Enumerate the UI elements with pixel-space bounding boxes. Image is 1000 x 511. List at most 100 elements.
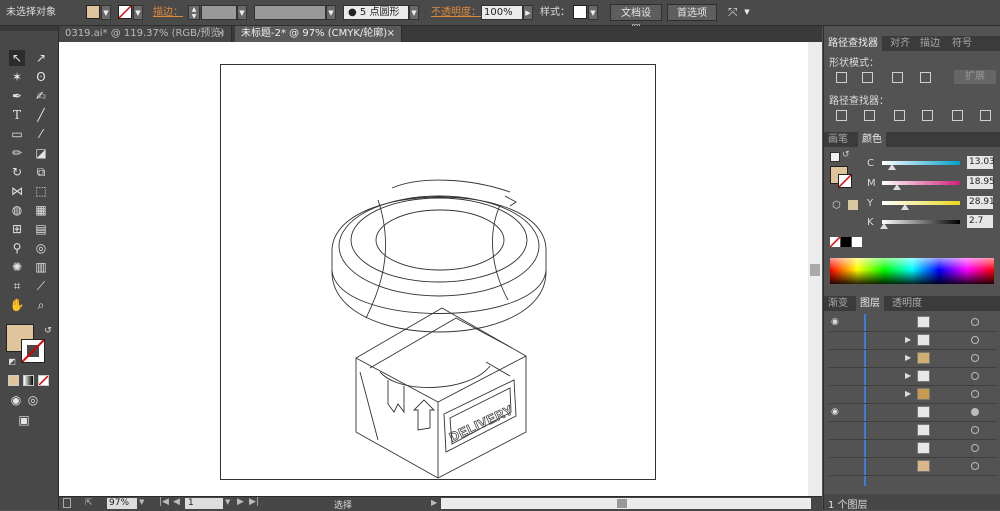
white-swatch[interactable] — [852, 237, 862, 247]
expand-triangle-icon[interactable]: ▶ — [905, 335, 911, 344]
slider-thumb[interactable] — [888, 164, 897, 170]
tab-align[interactable]: 对齐 — [886, 36, 914, 51]
vertical-scrollbar[interactable] — [808, 42, 822, 496]
artboard-dropdown-arrow[interactable]: ▼ — [225, 498, 230, 506]
target-circle-icon[interactable] — [971, 318, 979, 326]
swap-icon[interactable]: ↺ — [842, 150, 850, 160]
pathfinders-label: 路径查找器： — [829, 96, 889, 107]
tab-symbols[interactable]: 符号 — [948, 36, 976, 51]
none-swatch[interactable] — [830, 237, 840, 247]
target-circle-icon[interactable] — [971, 336, 979, 344]
tab-stroke[interactable]: 描边 — [916, 36, 944, 51]
layer-row[interactable]: ◉ — [829, 314, 997, 332]
status-menu-arrow[interactable]: ▶ — [431, 498, 437, 507]
expand-button[interactable]: 扩展 — [954, 70, 996, 84]
layer-thumbnail — [917, 316, 930, 328]
layer-count: 1 个图层 — [828, 500, 868, 511]
layer-thumbnail — [917, 406, 930, 418]
visibility-eye-icon[interactable]: ◉ — [831, 407, 839, 417]
stroke-none-icon — [839, 175, 851, 187]
target-circle-icon[interactable] — [971, 444, 979, 452]
slider-thumb[interactable] — [880, 223, 889, 229]
next-artboard-icon[interactable]: ▶ — [237, 497, 244, 507]
yellow-label: Y — [867, 198, 874, 209]
layer-row[interactable] — [829, 458, 997, 476]
tab-color[interactable]: 颜色 — [858, 132, 886, 147]
minus-front-icon[interactable] — [862, 72, 873, 83]
magenta-value[interactable]: 18.95 — [967, 176, 995, 189]
zoom-dropdown-arrow[interactable]: ▼ — [139, 498, 144, 506]
artboard-nav-icon[interactable] — [63, 498, 71, 508]
tab-layers[interactable]: 图层 — [856, 296, 884, 311]
black-label: K — [867, 217, 874, 228]
black-value[interactable]: 2.7 — [967, 215, 993, 228]
cyan-label: C — [867, 158, 874, 169]
black-swatch[interactable] — [841, 237, 851, 247]
slider-thumb[interactable] — [892, 184, 901, 190]
layers-footer: 1 个图层 — [824, 494, 1000, 511]
pathfinder-tabs: 路径查找器 对齐 描边 符号 — [824, 36, 1000, 51]
horizontal-scrollbar[interactable] — [441, 498, 811, 509]
tab-gradient[interactable]: 渐变 — [824, 296, 852, 311]
target-circle-icon[interactable] — [971, 372, 979, 380]
export-icon[interactable]: ⇱ — [85, 498, 93, 508]
layer-row[interactable]: ▶ — [829, 386, 997, 404]
current-tool-status: 选择 — [334, 501, 353, 511]
tab-transparency[interactable]: 透明度 — [888, 296, 926, 311]
outline-icon[interactable] — [952, 110, 963, 121]
scrollbar-thumb[interactable] — [810, 264, 820, 276]
delivery-box-shape[interactable] — [355, 307, 527, 479]
expand-triangle-icon[interactable]: ▶ — [905, 389, 911, 398]
expand-triangle-icon[interactable]: ▶ — [905, 353, 911, 362]
layer-row[interactable]: ▶ — [829, 368, 997, 386]
divide-icon[interactable] — [836, 110, 847, 121]
layer-row[interactable]: ▶ — [829, 350, 997, 368]
color-spectrum[interactable] — [830, 258, 994, 284]
black-slider[interactable] — [880, 220, 960, 229]
layer-row[interactable]: ▶ — [829, 332, 997, 350]
yellow-value[interactable]: 28.91 — [967, 196, 995, 209]
intersect-icon[interactable] — [892, 72, 903, 83]
exclude-icon[interactable] — [920, 72, 931, 83]
color-stroke-box[interactable] — [838, 174, 852, 188]
target-circle-icon[interactable] — [971, 354, 979, 362]
target-circle-icon[interactable] — [971, 408, 979, 416]
out-of-gamut-icon[interactable]: ⬡ — [832, 200, 841, 211]
slider-thumb[interactable] — [900, 204, 909, 210]
zoom-input[interactable]: 97% — [107, 498, 137, 509]
magenta-slider[interactable] — [882, 181, 960, 190]
previous-artboard-icon[interactable]: ◀ — [173, 497, 180, 507]
layer-thumbnail — [917, 334, 930, 346]
magenta-label: M — [867, 178, 876, 189]
target-circle-icon[interactable] — [971, 462, 979, 470]
merge-icon[interactable] — [894, 110, 905, 121]
tab-pathfinder[interactable]: 路径查找器 — [824, 36, 882, 51]
layer-row[interactable] — [829, 422, 997, 440]
trim-icon[interactable] — [864, 110, 875, 121]
target-circle-icon[interactable] — [971, 426, 979, 434]
visibility-eye-icon[interactable]: ◉ — [831, 317, 839, 327]
layer-thumbnail — [917, 352, 930, 364]
first-artboard-icon[interactable]: |◀ — [159, 497, 169, 507]
expand-triangle-icon[interactable]: ▶ — [905, 371, 911, 380]
layer-thumbnail — [917, 442, 930, 454]
cyan-value[interactable]: 13.03 — [967, 156, 995, 169]
yellow-slider[interactable] — [882, 201, 960, 210]
minus-back-icon[interactable] — [980, 110, 991, 121]
unite-icon[interactable] — [836, 72, 847, 83]
cyan-slider[interactable] — [882, 161, 960, 170]
artboard-number-input[interactable]: 1 — [185, 498, 223, 509]
crop-icon[interactable] — [922, 110, 933, 121]
tab-brushes[interactable]: 画笔 — [824, 132, 852, 147]
layer-row[interactable]: ◉ — [829, 404, 997, 422]
dome-shape[interactable] — [331, 179, 547, 333]
right-panels: 路径查找器 对齐 描边 符号 形状模式： 扩展 路径查找器： 画笔 颜色 ↺ ⬡… — [823, 26, 1000, 511]
shape-modes-label: 形状模式： — [829, 58, 879, 69]
default-fill-stroke-icon[interactable] — [830, 152, 840, 162]
horizontal-scrollbar-thumb[interactable] — [617, 499, 627, 508]
target-circle-icon[interactable] — [971, 390, 979, 398]
last-artboard-icon[interactable]: ▶| — [249, 497, 259, 507]
layer-thumbnail — [917, 424, 930, 436]
closest-color-swatch[interactable] — [848, 200, 858, 210]
layer-row[interactable] — [829, 440, 997, 458]
